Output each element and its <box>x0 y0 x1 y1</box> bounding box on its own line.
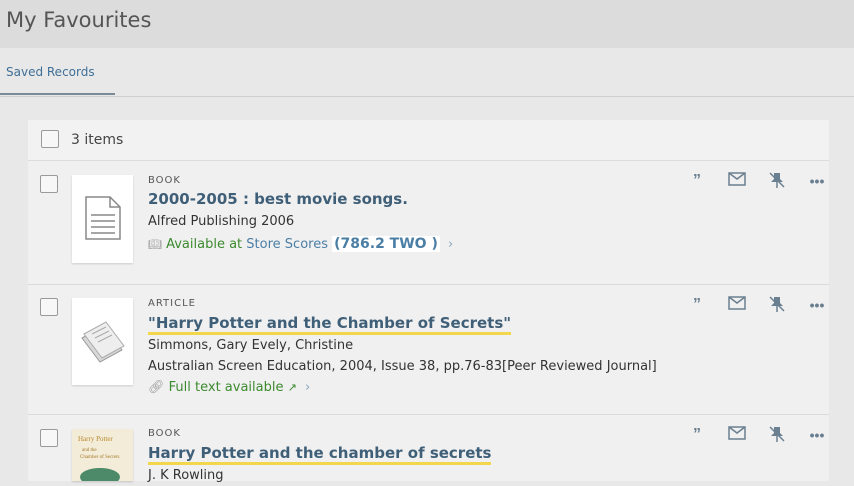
record-actions: ” ••• <box>679 425 829 445</box>
tab-label: Saved Records <box>6 65 95 79</box>
record-item: BOOK 2000-2005 : best movie songs. Alfre… <box>28 161 829 285</box>
header: My Favourites <box>0 0 854 48</box>
record-checkbox[interactable] <box>40 175 58 193</box>
record-checkbox[interactable] <box>40 298 58 316</box>
document-icon <box>72 175 133 263</box>
more-icon[interactable]: ••• <box>807 295 827 315</box>
quote-icon[interactable]: ” <box>687 171 707 191</box>
more-icon[interactable]: ••• <box>807 425 827 445</box>
quote-icon[interactable]: ” <box>687 295 707 315</box>
record-thumbnail[interactable]: Harry Potter and the Chamber of Secrets <box>72 429 133 486</box>
record-authors: Simmons, Gary Evely, Christine <box>148 338 354 353</box>
list-header: 3 items <box>28 120 829 161</box>
record-actions: ” ••• <box>679 295 829 315</box>
tab-saved-records[interactable]: Saved Records <box>0 48 115 95</box>
record-title[interactable]: "Harry Potter and the Chamber of Secrets… <box>148 314 512 335</box>
record-thumbnail[interactable] <box>72 175 133 263</box>
unpin-icon[interactable] <box>767 171 787 191</box>
svg-text:Harry Potter: Harry Potter <box>78 435 113 443</box>
record-title[interactable]: 2000-2005 : best movie songs. <box>148 190 408 208</box>
external-link-icon[interactable]: ↗ <box>288 381 297 394</box>
chevron-right-icon[interactable]: › <box>305 380 310 395</box>
record-type: BOOK <box>148 428 181 439</box>
record-actions: ” ••• <box>679 171 829 191</box>
availability-status[interactable]: Available at <box>166 237 242 252</box>
svg-text:Chamber of Secrets: Chamber of Secrets <box>80 455 119 460</box>
unpin-icon[interactable] <box>767 295 787 315</box>
tab-bar: Saved Records <box>0 48 854 97</box>
item-count: 3 items <box>71 132 124 148</box>
select-all-checkbox[interactable] <box>41 130 59 148</box>
email-icon[interactable] <box>727 295 747 315</box>
email-icon[interactable] <box>727 171 747 191</box>
availability-location[interactable]: Store Scores <box>246 237 328 252</box>
chevron-right-icon[interactable]: › <box>448 237 453 252</box>
unpin-icon[interactable] <box>767 425 787 445</box>
availability-line: 📖︎ Available at Store Scores (786.2 TWO … <box>148 236 453 252</box>
record-type: ARTICLE <box>148 298 196 309</box>
quote-icon[interactable]: ” <box>687 425 707 445</box>
page-title: My Favourites <box>6 8 152 32</box>
book-icon: 📖︎ <box>148 238 162 251</box>
link-icon: 🔗︎ <box>148 380 165 395</box>
record-publisher: Alfred Publishing 2006 <box>148 214 295 229</box>
availability-status[interactable]: Full text available <box>169 380 284 395</box>
record-thumbnail[interactable] <box>72 298 133 385</box>
record-title[interactable]: Harry Potter and the chamber of secrets <box>148 444 492 465</box>
svg-text:and the: and the <box>82 448 97 453</box>
record-item: Harry Potter and the Chamber of Secrets … <box>28 415 829 486</box>
results-panel: 3 items BOOK 2000-2005 : best movie song… <box>28 120 829 486</box>
record-source: Australian Screen Education, 2004, Issue… <box>148 359 657 374</box>
more-icon[interactable]: ••• <box>807 171 827 191</box>
call-number[interactable]: (786.2 TWO ) <box>332 236 440 252</box>
record-type: BOOK <box>148 175 181 186</box>
email-icon[interactable] <box>727 425 747 445</box>
book-cover-image: Harry Potter and the Chamber of Secrets <box>72 429 133 486</box>
record-item: ARTICLE "Harry Potter and the Chamber of… <box>28 285 829 415</box>
availability-line: 🔗︎ Full text available ↗ › <box>148 380 310 395</box>
record-checkbox[interactable] <box>40 429 58 447</box>
article-icon <box>72 298 133 385</box>
